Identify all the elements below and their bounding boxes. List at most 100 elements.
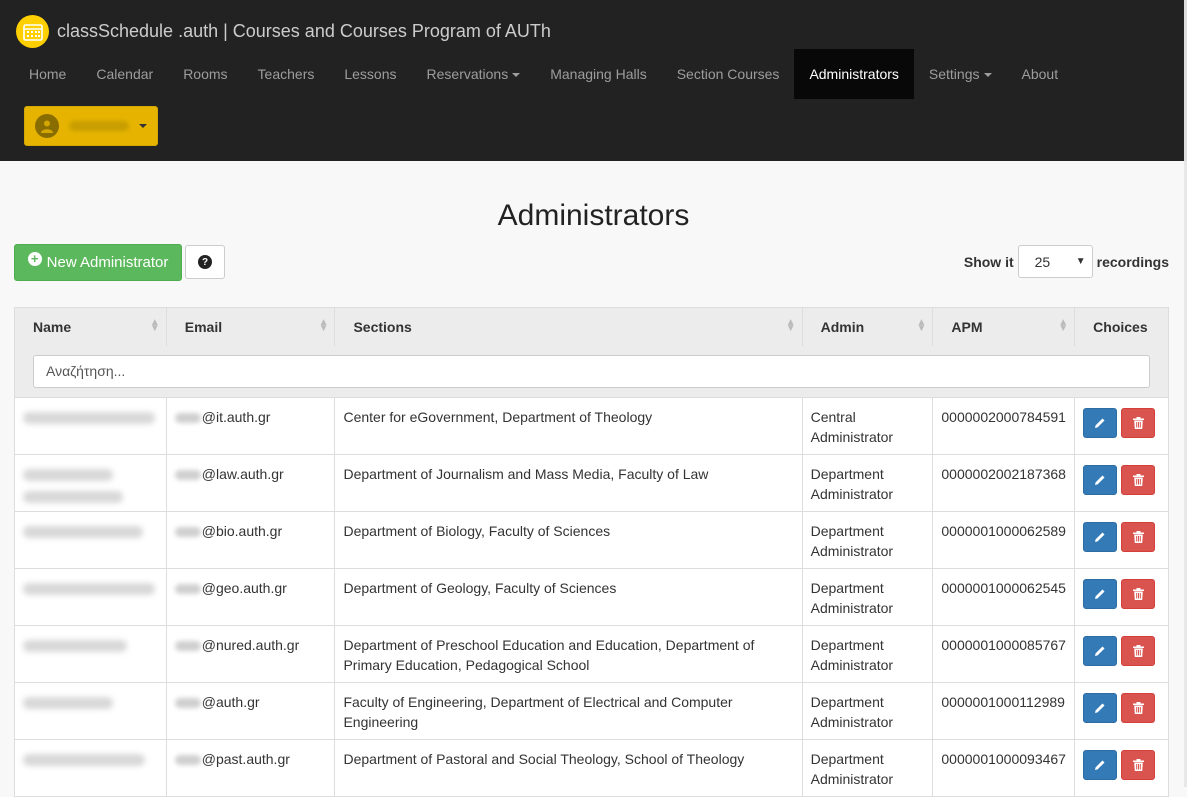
page-size-select[interactable]: 25 ▼ xyxy=(1017,245,1093,278)
page-size-value: 25 xyxy=(1034,253,1051,270)
cell-name xyxy=(15,683,167,739)
nav-section-courses[interactable]: Section Courses xyxy=(662,49,795,99)
cell-sections: Department of Preschool Education and Ed… xyxy=(335,626,803,682)
cell-email: @bio.auth.gr xyxy=(167,512,336,568)
nav-calendar[interactable]: Calendar xyxy=(81,49,168,99)
edit-button[interactable] xyxy=(1083,693,1118,723)
nav-managing-halls[interactable]: Managing Halls xyxy=(535,49,662,99)
select-arrow-icon: ▼ xyxy=(1075,256,1086,267)
user-menu-button[interactable] xyxy=(24,106,158,146)
name-redacted xyxy=(23,640,127,652)
plus-circle-icon: + xyxy=(27,251,42,266)
header-name-label: Name xyxy=(33,319,72,335)
name-redacted xyxy=(23,412,155,424)
nav-rooms[interactable]: Rooms xyxy=(168,49,242,99)
delete-button[interactable] xyxy=(1121,579,1156,609)
header-email[interactable]: Email ▲ ▼ xyxy=(167,308,336,346)
caret-down-icon xyxy=(983,73,992,78)
email-local-redacted xyxy=(174,527,201,538)
table-header: Name ▲ ▼ Email ▲ ▼ Sections ▲ ▼ Admin ▲ ▼ APM ▲ ▼ … xyxy=(14,307,1169,398)
page-size-control: Show it 25 ▼ recordings xyxy=(964,245,1169,278)
cell-apm: 0000001000062589 xyxy=(933,512,1076,568)
trash-icon xyxy=(1132,759,1144,771)
cell-sections: Department of Journalism and Mass Media,… xyxy=(335,455,803,511)
cell-email: @past.auth.gr xyxy=(167,740,336,796)
email-local-redacted xyxy=(174,470,201,481)
pencil-icon xyxy=(1095,760,1105,770)
cell-name xyxy=(15,398,167,454)
user-name-redacted xyxy=(69,121,129,131)
nav-about[interactable]: About xyxy=(1007,49,1074,99)
new-administrator-button[interactable]: + New Administrator xyxy=(14,244,182,281)
nav-reservations[interactable]: Reservations xyxy=(412,49,536,99)
edit-button[interactable] xyxy=(1083,408,1118,438)
edit-button[interactable] xyxy=(1083,750,1118,780)
table-body: @it.auth.gr Center for eGovernment, Depa… xyxy=(14,398,1169,797)
sort-icon: ▲ ▼ xyxy=(318,317,329,334)
delete-button[interactable] xyxy=(1121,636,1156,666)
header-email-label: Email xyxy=(184,319,223,335)
delete-button[interactable] xyxy=(1121,522,1156,552)
edit-button[interactable] xyxy=(1083,465,1118,495)
cell-email: @nured.auth.gr xyxy=(167,626,336,682)
brand[interactable]: classSchedule .auth | Courses and Course… xyxy=(16,15,551,48)
table-row: @past.auth.gr Department of Pastoral and… xyxy=(14,740,1169,797)
cell-sections: Department of Biology, Faculty of Scienc… xyxy=(335,512,803,568)
edit-button[interactable] xyxy=(1083,522,1118,552)
pencil-icon xyxy=(1095,418,1105,428)
name-redacted xyxy=(23,469,113,481)
cell-choices xyxy=(1075,512,1168,568)
email-domain: @auth.gr xyxy=(201,694,260,710)
cell-admin: Department Administrator xyxy=(803,626,934,682)
caret-down-icon xyxy=(512,73,521,78)
cell-sections: Center for eGovernment, Department of Th… xyxy=(335,398,803,454)
show-label: Show it xyxy=(963,253,1014,270)
cell-sections: Department of Geology, Faculty of Scienc… xyxy=(335,569,803,625)
email-local-redacted xyxy=(174,698,201,709)
cell-name xyxy=(15,626,167,682)
nav-administrators[interactable]: Administrators xyxy=(794,49,914,99)
header-apm[interactable]: APM ▲ ▼ xyxy=(933,308,1076,346)
cell-choices xyxy=(1075,683,1168,739)
edit-button[interactable] xyxy=(1083,636,1118,666)
header-sections-label: Sections xyxy=(353,319,412,335)
cell-sections: Department of Pastoral and Social Theolo… xyxy=(335,740,803,796)
sort-icon: ▲ ▼ xyxy=(785,317,796,334)
cell-admin: Department Administrator xyxy=(803,683,934,739)
nav-settings-label: Settings xyxy=(928,66,980,82)
pencil-icon xyxy=(1095,475,1105,485)
delete-button[interactable] xyxy=(1121,465,1156,495)
search-input[interactable]: Αναζήτηση... xyxy=(33,355,1150,388)
email-domain: @law.auth.gr xyxy=(201,466,284,482)
cell-apm: 0000001000062545 xyxy=(933,569,1076,625)
trash-icon xyxy=(1132,417,1144,429)
header-sections[interactable]: Sections ▲ ▼ xyxy=(335,308,803,346)
cell-admin: Department Administrator xyxy=(803,512,934,568)
nav-settings[interactable]: Settings xyxy=(914,49,1007,99)
recordings-label: recordings xyxy=(1096,253,1169,270)
email-local-redacted xyxy=(174,755,201,766)
nav-home[interactable]: Home xyxy=(14,49,81,99)
nav-lessons[interactable]: Lessons xyxy=(329,49,411,99)
help-button[interactable]: ? xyxy=(185,245,225,279)
header-admin[interactable]: Admin ▲ ▼ xyxy=(803,308,934,346)
pencil-icon xyxy=(1095,646,1105,656)
delete-button[interactable] xyxy=(1121,693,1156,723)
cell-apm: 0000002002187368 xyxy=(933,455,1076,511)
trash-icon xyxy=(1132,474,1144,486)
nav-teachers[interactable]: Teachers xyxy=(243,49,330,99)
trash-icon xyxy=(1132,531,1144,543)
page-title: Administrators xyxy=(497,199,690,232)
edit-button[interactable] xyxy=(1083,579,1118,609)
name-redacted xyxy=(23,583,155,595)
cell-email: @auth.gr xyxy=(167,683,336,739)
delete-button[interactable] xyxy=(1121,750,1156,780)
delete-button[interactable] xyxy=(1121,408,1156,438)
header-name[interactable]: Name ▲ ▼ xyxy=(15,308,167,346)
cell-name xyxy=(15,455,167,511)
cell-name xyxy=(15,569,167,625)
cell-choices xyxy=(1075,398,1168,454)
email-domain: @it.auth.gr xyxy=(201,409,271,425)
email-domain: @past.auth.gr xyxy=(201,751,290,767)
pencil-icon xyxy=(1095,589,1105,599)
